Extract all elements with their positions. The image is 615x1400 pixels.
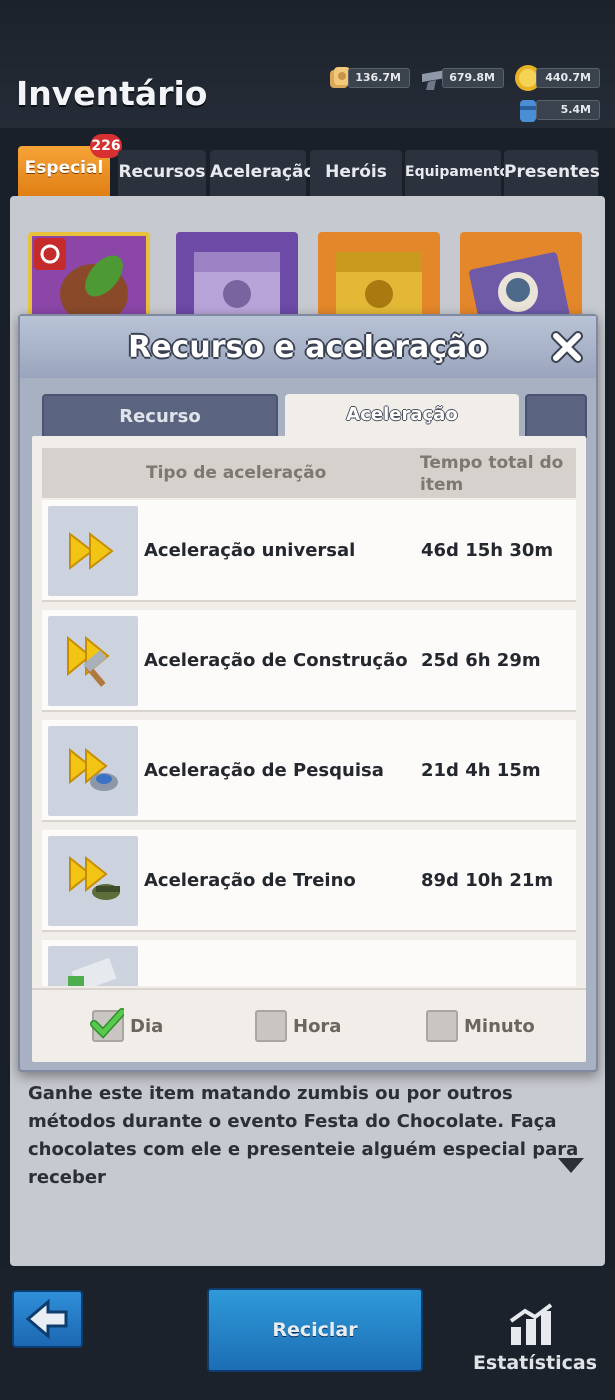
hour-checkbox[interactable]	[255, 1010, 287, 1042]
speedup-name: Aceleração universal	[144, 540, 356, 561]
hour-label[interactable]: Hora	[293, 1016, 341, 1037]
speedup-modal: Recurso e aceleração Recurso Aceleração …	[18, 314, 598, 1072]
gold-chest-icon	[336, 252, 422, 322]
wood-amount: 136.7M	[348, 68, 410, 88]
tab-more[interactable]	[525, 394, 587, 438]
oil-amount: 5.4M	[536, 100, 600, 120]
tab-equipamento[interactable]: Equipamento	[405, 150, 509, 196]
speedup-time: 21d 4h 15m	[421, 760, 541, 781]
speedup-name: Aceleração de Pesquisa	[144, 760, 384, 781]
table-row[interactable]: Aceleração de Construção 25d 6h 29m	[42, 610, 576, 712]
purple-chest-icon	[194, 252, 280, 322]
gold-amount: 440.7M	[536, 68, 600, 88]
day-label[interactable]: Dia	[130, 1016, 163, 1037]
speedup-name: Aceleração de Treino	[144, 870, 356, 891]
unit-selector: Dia Hora Minuto	[32, 988, 586, 1062]
expand-arrow-icon[interactable]	[558, 1158, 584, 1173]
tab-presentes[interactable]: Presentes	[504, 150, 600, 196]
table-row[interactable]: Aceleração de Treino 89d 10h 21m	[42, 830, 576, 932]
healing-speedup-icon	[48, 946, 138, 986]
speedup-list[interactable]: Aceleração universal 46d 15h 30m Acelera…	[42, 500, 576, 986]
tab-herois[interactable]: Heróis	[310, 150, 402, 196]
table-row[interactable]	[42, 940, 576, 986]
table-row[interactable]: Aceleração universal 46d 15h 30m	[42, 500, 576, 602]
minute-checkbox[interactable]	[426, 1010, 458, 1042]
column-header-time: Tempo total do item	[420, 453, 564, 495]
inventory-slot[interactable]	[28, 232, 150, 322]
back-button[interactable]	[12, 1290, 83, 1348]
statistics-label[interactable]: Estatísticas	[470, 1352, 600, 1374]
close-icon[interactable]	[550, 330, 584, 364]
tab-aceleracao[interactable]: Aceleração	[210, 150, 315, 196]
table-header: Tipo de aceleração Tempo total do item	[42, 448, 576, 498]
inventory-slot[interactable]	[176, 232, 298, 322]
research-speedup-icon	[48, 726, 138, 816]
training-speedup-icon	[48, 836, 138, 926]
page-title: Inventário	[16, 74, 208, 113]
table-row[interactable]: Aceleração de Pesquisa 21d 4h 15m	[42, 720, 576, 822]
cacao-item-icon	[32, 236, 146, 322]
speedup-name: Aceleração de Construção	[144, 650, 408, 671]
construction-speedup-icon	[48, 616, 138, 706]
minute-label[interactable]: Minuto	[464, 1016, 535, 1037]
tab-recurso[interactable]: Recurso	[42, 394, 278, 438]
modal-title: Recurso e aceleração	[128, 330, 488, 365]
speedup-table: Tipo de aceleração Tempo total do item A…	[32, 436, 586, 1062]
universal-speedup-icon	[48, 506, 138, 596]
tab-aceleracao-modal[interactable]: Aceleração	[285, 394, 519, 438]
speedup-time: 25d 6h 29m	[421, 650, 541, 671]
inventory-slot[interactable]	[460, 232, 582, 322]
recycle-button[interactable]: Reciclar	[207, 1288, 423, 1372]
speedup-time: 46d 15h 30m	[421, 540, 554, 561]
checkmark-icon	[90, 1008, 124, 1039]
steel-amount: 679.8M	[442, 68, 504, 88]
inventory-slot[interactable]	[318, 232, 440, 322]
column-header-type: Tipo de aceleração	[146, 463, 327, 483]
back-arrow-icon	[25, 1298, 68, 1340]
item-description: Ganhe este item matando zumbis ou por ou…	[28, 1083, 579, 1188]
tab-recursos[interactable]: Recursos	[118, 150, 206, 196]
speedup-time: 89d 10h 21m	[421, 870, 554, 891]
hero-card-icon	[469, 252, 570, 322]
day-checkbox[interactable]	[90, 1008, 124, 1042]
statistics-icon[interactable]	[507, 1303, 555, 1347]
